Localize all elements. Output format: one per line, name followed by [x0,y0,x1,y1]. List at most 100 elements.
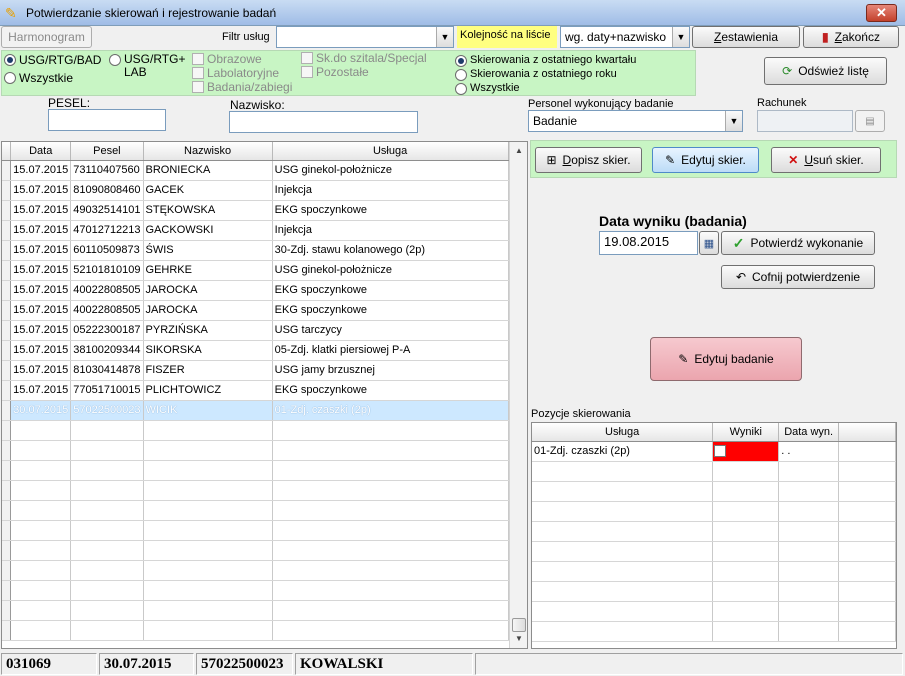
cell-wyniki[interactable] [712,581,780,602]
row-indicator[interactable] [2,220,12,241]
cell-pesel[interactable] [70,620,144,641]
table-row[interactable]: 15.07.2015 52101810109 GEHRKE USG ginekol-p… [2,260,527,281]
table-row[interactable]: 15.07.2015 47012712213 GACKOWSKI Injekcja [2,220,527,241]
cell-data-wyn[interactable]: . . [778,441,840,462]
cell-data-wyn[interactable] [778,541,840,562]
cell-data[interactable]: 15.07.2015 [10,260,72,281]
row-indicator[interactable] [2,400,12,421]
cell-data[interactable]: 15.07.2015 [10,380,72,401]
dopisz-button[interactable]: ⊞ Dopisz skier. [535,147,642,173]
cell-pesel[interactable] [70,580,144,601]
radio-period-rok[interactable]: Skierowania z ostatniego roku [455,68,617,81]
table-row[interactable]: 30.07.2015 57022500023 WICIK 01-Zdj. czaszk… [2,400,527,421]
cell-usluga[interactable] [532,621,714,642]
list-item[interactable] [532,581,896,602]
radio-usg-rtg-bad[interactable]: USG/RTG/BAD [4,53,101,67]
cell-wyniki[interactable] [712,601,780,622]
cell-usluga[interactable]: EKG spoczynkowe [272,300,509,321]
cell-wyniki[interactable] [712,441,780,462]
cell-nazwisko[interactable] [143,420,273,441]
cell-pesel[interactable]: 47012712213 [70,220,144,241]
col-usluga[interactable]: Usługa [532,423,714,442]
cell-usluga[interactable] [532,581,714,602]
cell-nazwisko[interactable]: GACEK [143,180,273,201]
col-nazwisko[interactable]: Nazwisko [143,142,273,161]
cell-pesel[interactable]: 38100209344 [70,340,144,361]
cell-pesel[interactable]: 52101810109 [70,260,144,281]
cell-usluga[interactable] [532,461,714,482]
table-row[interactable]: 15.07.2015 73110407560 BRONIECKA USG gineko… [2,160,527,181]
cell-data[interactable]: 15.07.2015 [10,360,72,381]
cell-nazwisko[interactable]: PYRZIŃSKA [143,320,273,341]
table-row[interactable] [2,480,527,501]
potwierdz-button[interactable]: ✓ Potwierdź wykonanie [721,231,875,255]
row-indicator[interactable] [2,420,12,441]
scroll-up-icon[interactable]: ▲ [510,142,528,160]
cell-nazwisko[interactable]: FISZER [143,360,273,381]
cell-nazwisko[interactable] [143,560,273,581]
cell-data[interactable]: 15.07.2015 [10,160,72,181]
cell-nazwisko[interactable] [143,540,273,561]
cell-pesel[interactable]: 57022500023 [70,400,144,421]
check-badania[interactable]: Badania/zabiegi [192,80,292,94]
cell-pesel[interactable] [70,600,144,621]
referrals-grid[interactable]: Data Pesel Nazwisko Usługa 15.07.2015 731… [1,141,528,649]
cell-data[interactable] [10,480,72,501]
cell-data[interactable] [10,460,72,481]
cell-nazwisko[interactable] [143,440,273,461]
cell-usluga[interactable]: EKG spoczynkowe [272,380,509,401]
cell-data-wyn[interactable] [778,621,840,642]
list-item[interactable] [532,501,896,522]
table-row[interactable]: 15.07.2015 77051710015 PLICHTOWICZ EKG spoc… [2,380,527,401]
cell-usluga[interactable] [532,501,714,522]
cell-nazwisko[interactable]: PLICHTOWICZ [143,380,273,401]
cell-data-wyn[interactable] [778,581,840,602]
table-row[interactable]: 15.07.2015 38100209344 SIKORSKA 05-Zdj. kla… [2,340,527,361]
cell-data-wyn[interactable] [778,601,840,622]
row-indicator[interactable] [2,320,12,341]
nazwisko-input[interactable] [229,111,418,133]
table-row[interactable] [2,580,527,601]
cell-nazwisko[interactable]: JAROCKA [143,300,273,321]
cell-data[interactable] [10,580,72,601]
result-date-input[interactable]: 19.08.2015 [599,231,698,255]
table-row[interactable] [2,520,527,541]
check-sk-szpitala[interactable]: Sk.do szitala/Specjal [301,51,427,65]
row-indicator[interactable] [2,180,12,201]
cell-usluga[interactable] [272,440,509,461]
col-usluga[interactable]: Usługa [272,142,509,161]
list-item[interactable] [532,621,896,642]
row-indicator[interactable] [2,300,12,321]
row-indicator[interactable] [2,380,12,401]
col-wyniki[interactable]: Wyniki [712,423,780,442]
cell-pesel[interactable]: 77051710015 [70,380,144,401]
chevron-down-icon[interactable]: ▼ [725,111,742,131]
cell-usluga[interactable]: 01-Zdj. czaszki (2p) [272,400,509,421]
list-item[interactable] [532,541,896,562]
cell-pesel[interactable]: 81090808460 [70,180,144,201]
list-item[interactable] [532,601,896,622]
cell-pesel[interactable]: 40022808505 [70,280,144,301]
table-row[interactable] [2,420,527,441]
refresh-button[interactable]: ⟳ Odśwież listę [764,57,887,85]
cell-nazwisko[interactable] [143,620,273,641]
radio-wszystkie[interactable]: Wszystkie [4,71,73,85]
chevron-down-icon[interactable]: ▼ [672,27,689,47]
cell-pesel[interactable] [70,540,144,561]
check-labolatoryjne[interactable]: Labolatoryjne [192,66,279,80]
cell-nazwisko[interactable] [143,580,273,601]
cell-nazwisko[interactable] [143,460,273,481]
cell-usluga[interactable]: 05-Zdj. klatki piersiowej P-A [272,340,509,361]
table-row[interactable] [2,600,527,621]
cell-nazwisko[interactable]: WICIK [143,400,273,421]
cell-usluga[interactable]: USG tarczycy [272,320,509,341]
cell-usluga[interactable] [272,420,509,441]
cell-data[interactable] [10,420,72,441]
cell-pesel[interactable]: 49032514101 [70,200,144,221]
positions-grid[interactable]: Usługa Wyniki Data wyn. 01-Zdj. czaszki … [531,422,897,649]
cell-data[interactable]: 15.07.2015 [10,320,72,341]
cell-data[interactable] [10,620,72,641]
cell-data[interactable]: 15.07.2015 [10,300,72,321]
cell-usluga[interactable] [272,560,509,581]
cell-pesel[interactable] [70,560,144,581]
